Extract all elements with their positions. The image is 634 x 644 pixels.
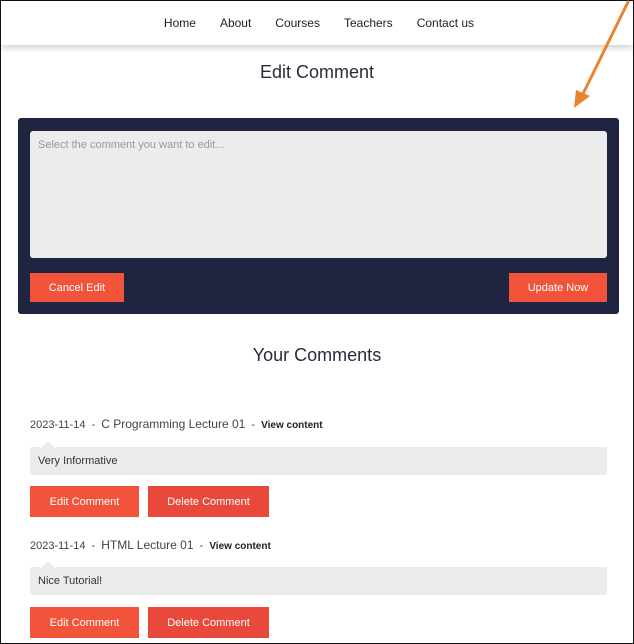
cancel-edit-button[interactable]: Cancel Edit	[30, 273, 124, 302]
meta-separator: -	[199, 540, 204, 552]
edit-comment-button[interactable]: Edit Comment	[30, 486, 139, 517]
comment-date: 2023-11-14	[30, 419, 86, 431]
comment-date: 2023-11-14	[30, 540, 86, 552]
delete-comment-button[interactable]: Delete Comment	[148, 607, 269, 638]
nav-about-link[interactable]: About	[220, 16, 251, 30]
comment-meta: 2023-11-14 - HTML Lecture 01 - View cont…	[30, 538, 271, 552]
annotation-arrow-icon	[574, 0, 630, 108]
view-content-link[interactable]: View content	[261, 420, 323, 431]
edit-comment-panel: Cancel Edit Update Now	[18, 118, 619, 314]
meta-separator: -	[251, 419, 256, 431]
your-comments-heading: Your Comments	[252, 345, 382, 365]
update-now-button[interactable]: Update Now	[509, 273, 607, 302]
nav-home-link[interactable]: Home	[164, 16, 196, 30]
page-title: Edit Comment	[259, 62, 375, 82]
bubble-tip	[42, 441, 54, 447]
meta-separator: -	[91, 419, 96, 431]
comment-edit-textarea[interactable]	[30, 131, 607, 258]
comment-text-box: Nice Tutorial!	[30, 561, 607, 595]
top-navbar: Home About Courses Teachers Contact us	[1, 1, 633, 45]
comment-text-box: Very Informative	[30, 441, 607, 475]
comment-lecture: HTML Lecture 01	[101, 538, 194, 552]
view-content-link[interactable]: View content	[209, 541, 271, 552]
comment-meta: 2023-11-14 - C Programming Lecture 01 - …	[30, 417, 323, 431]
delete-comment-button[interactable]: Delete Comment	[148, 486, 269, 517]
comment-text: Very Informative	[38, 455, 118, 467]
nav-teachers-link[interactable]: Teachers	[344, 16, 393, 30]
nav-courses-link[interactable]: Courses	[275, 16, 320, 30]
comment-text: Nice Tutorial!	[38, 575, 103, 587]
meta-separator: -	[91, 540, 96, 552]
nav-links: Home About Courses Teachers Contact us	[164, 16, 474, 30]
nav-contact-link[interactable]: Contact us	[417, 16, 474, 30]
edit-comment-button[interactable]: Edit Comment	[30, 607, 139, 638]
comment-lecture: C Programming Lecture 01	[101, 417, 246, 431]
bubble-tip	[42, 561, 54, 567]
